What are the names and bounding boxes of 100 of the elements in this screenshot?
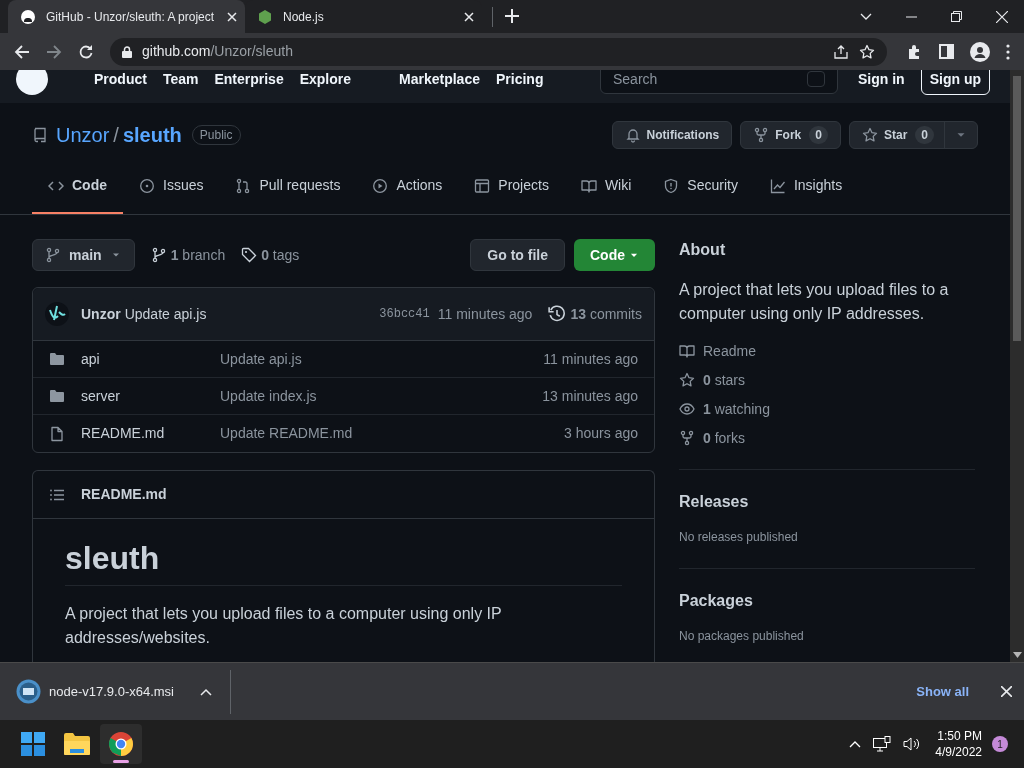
star-icon: [679, 372, 695, 388]
profile-icon[interactable]: [970, 41, 990, 62]
commit-message-link[interactable]: Update api.js: [124, 303, 207, 325]
nav-link[interactable]: Explore: [299, 70, 352, 90]
download-file-name[interactable]: node-v17.9.0-x64.msi: [49, 681, 194, 702]
fork-icon: [679, 430, 695, 446]
forward-icon[interactable]: [46, 43, 62, 60]
owner-link[interactable]: Unzor: [56, 120, 110, 150]
counter: 0: [809, 126, 828, 144]
scrollbar[interactable]: [1010, 70, 1024, 662]
commit-message-link[interactable]: Update README.md: [220, 423, 565, 444]
caret-up-icon[interactable]: [200, 687, 212, 696]
network-icon[interactable]: [873, 736, 892, 752]
section-heading[interactable]: Releases: [679, 490, 975, 514]
taskbar-button[interactable]: [100, 724, 142, 764]
branch-button[interactable]: main: [32, 239, 135, 271]
star-button[interactable]: Star 0: [848, 121, 978, 149]
close-icon[interactable]: [1001, 686, 1012, 697]
nav-link[interactable]: Marketplace: [399, 70, 480, 90]
star-icon[interactable]: [859, 43, 875, 60]
folder-icon[interactable]: [64, 733, 90, 755]
branch-icon: [150, 247, 167, 263]
sidebar-link[interactable]: 0 stars: [679, 371, 975, 389]
tag-icon: [241, 247, 258, 263]
close-icon[interactable]: [227, 11, 237, 22]
section-heading[interactable]: Packages: [679, 589, 975, 613]
volume-icon[interactable]: [903, 736, 922, 752]
book-icon: [679, 343, 695, 359]
commit-message-link[interactable]: Update index.js: [220, 385, 543, 407]
windows-icon[interactable]: [21, 732, 45, 756]
sidebar-link[interactable]: 0 forks: [679, 429, 975, 447]
file-name-link[interactable]: server: [81, 385, 220, 407]
minimize-icon[interactable]: [906, 15, 917, 18]
section-text: No packages published: [679, 628, 805, 645]
sidebar-link[interactable]: 1 watching: [679, 400, 975, 418]
scroll-down-icon[interactable]: [1012, 652, 1022, 658]
address-bar[interactable]: github.com/Unzor/sleuth: [110, 37, 887, 66]
logo-icon[interactable]: [16, 70, 48, 95]
repo-tab[interactable]: Actions: [356, 159, 459, 214]
clock-date[interactable]: 4/9/2022: [935, 744, 982, 760]
fork-button[interactable]: Fork 0: [740, 121, 841, 149]
show-all-button[interactable]: Show all: [908, 681, 977, 702]
commits-link[interactable]: 13 commits: [548, 303, 642, 325]
star-icon: [861, 127, 878, 143]
nav-link[interactable]: Team: [162, 70, 199, 90]
share-icon[interactable]: [833, 43, 849, 60]
go-to-file-button[interactable]: Go to file: [470, 239, 565, 271]
side-panel-icon[interactable]: [939, 44, 954, 59]
repo-tab[interactable]: Issues: [123, 159, 220, 214]
repo-tab[interactable]: Security: [647, 159, 754, 214]
avatar: [45, 302, 69, 326]
browser-icon[interactable]: [109, 732, 133, 756]
repo-tab[interactable]: Code: [32, 159, 123, 214]
folder-icon: [49, 388, 65, 404]
notification-badge[interactable]: 1: [992, 736, 1008, 752]
section-text: No releases published: [679, 529, 799, 546]
nav-link[interactable]: Enterprise: [214, 70, 284, 90]
file-name-link[interactable]: api: [81, 348, 220, 370]
commit-time: 13 minutes ago: [542, 386, 638, 406]
commit-author-link[interactable]: Unzor: [81, 303, 121, 325]
repo-name-link[interactable]: sleuth: [122, 120, 182, 150]
chevron-up-icon[interactable]: [849, 740, 862, 748]
notifications-button[interactable]: Notifications: [611, 121, 733, 149]
repo-tab[interactable]: Insights: [753, 159, 859, 214]
repo-tab[interactable]: Pull requests: [219, 159, 357, 214]
readme-title: sleuth: [65, 539, 622, 587]
menu-icon[interactable]: [1006, 43, 1010, 60]
hexagon-icon: [257, 8, 273, 25]
tags-link[interactable]: 0 tags: [241, 244, 300, 266]
commit-sha-link[interactable]: 36bcc41: [379, 305, 430, 323]
commit-time: 11 minutes ago: [543, 349, 638, 369]
history-icon: [548, 305, 567, 323]
folder-icon: [49, 351, 65, 367]
sign-in-link[interactable]: Sign in: [858, 70, 905, 90]
clock-time[interactable]: 1:50 PM: [937, 728, 982, 744]
new-tab-icon[interactable]: [505, 9, 519, 23]
browser-tab[interactable]: GitHub - Unzor/sleuth: A project: [8, 0, 245, 33]
search-field[interactable]: Search: [600, 70, 838, 94]
reload-icon[interactable]: [78, 43, 94, 60]
commit-message-link[interactable]: Update api.js: [220, 348, 544, 370]
repo-tab[interactable]: Projects: [458, 159, 565, 214]
branches-link[interactable]: 1 branch: [150, 244, 226, 266]
sign-up-button[interactable]: Sign up: [920, 70, 990, 95]
close-icon[interactable]: [996, 10, 1008, 23]
nav-link[interactable]: Pricing: [496, 70, 544, 90]
back-icon[interactable]: [14, 43, 30, 60]
circle-dot-icon: [139, 177, 155, 194]
readme-paragraph: A project that lets you upload files to a computer using only IP addresses/websites.: [65, 604, 503, 649]
nav-link[interactable]: Product: [94, 70, 147, 90]
readme-file-name: README.md: [81, 485, 167, 504]
commit-time: 11 minutes ago: [437, 304, 533, 324]
repo-tab[interactable]: Wiki: [564, 159, 648, 214]
sidebar-link[interactable]: Readme: [679, 342, 975, 360]
path-separator: /: [113, 123, 119, 148]
graph-icon: [769, 177, 786, 194]
close-icon[interactable]: [464, 11, 474, 22]
restore-icon[interactable]: [951, 11, 962, 22]
chevron-down-icon[interactable]: [860, 12, 872, 21]
code-button[interactable]: Code: [574, 239, 655, 271]
file-name-link[interactable]: README.md: [81, 423, 220, 444]
